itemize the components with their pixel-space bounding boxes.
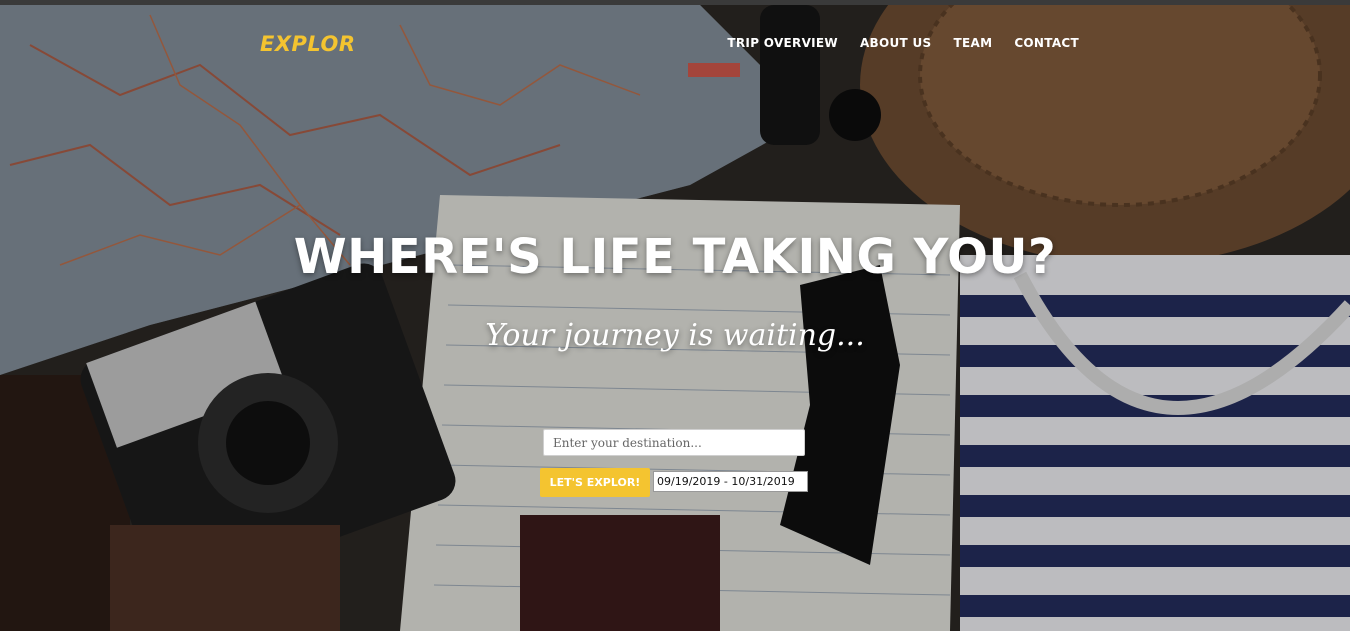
hero-section: EXPLOR TRIP OVERVIEW ABOUT US TEAM CONTA… <box>0 5 1350 631</box>
top-border <box>0 0 1350 5</box>
date-range-input[interactable] <box>653 471 808 492</box>
nav-link-about-us[interactable]: ABOUT US <box>860 36 932 50</box>
brand-logo[interactable]: EXPLOR <box>260 32 356 56</box>
nav-link-contact[interactable]: CONTACT <box>1014 36 1079 50</box>
nav-link-trip-overview[interactable]: TRIP OVERVIEW <box>727 36 838 50</box>
top-navigation: EXPLOR TRIP OVERVIEW ABOUT US TEAM CONTA… <box>0 5 1350 85</box>
nav-menu: TRIP OVERVIEW ABOUT US TEAM CONTACT <box>727 36 1079 50</box>
hero-tagline: Your journey is waiting... <box>485 318 865 353</box>
lets-explor-button[interactable]: LET'S EXPLOR! <box>540 468 650 497</box>
destination-input[interactable] <box>543 429 805 456</box>
hero-headline: WHERE'S LIFE TAKING YOU? <box>293 229 1057 285</box>
nav-link-team[interactable]: TEAM <box>954 36 993 50</box>
